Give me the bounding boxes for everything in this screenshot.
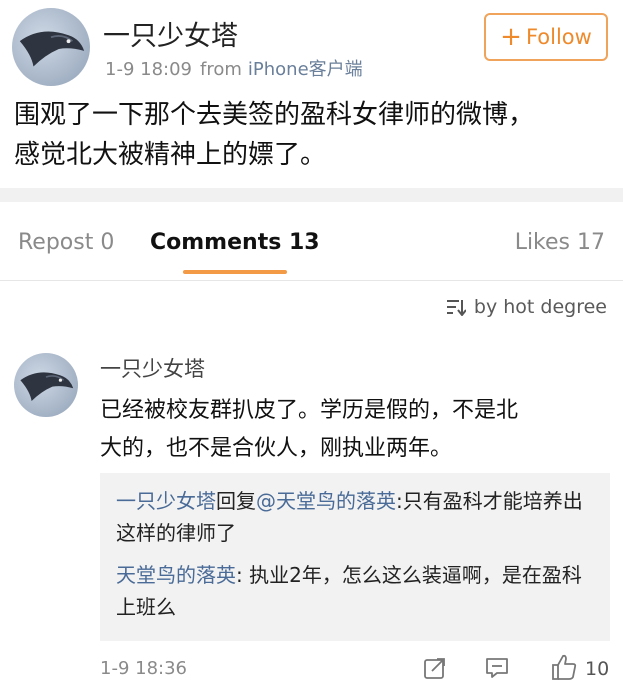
post-avatar[interactable] [12,8,90,86]
tab-repost[interactable]: Repost 0 [18,230,114,255]
section-divider [0,188,623,202]
bird-avatar-icon [20,372,74,401]
comment-time: 1-9 18:36 [100,658,187,679]
plus-icon: + [500,22,522,52]
sort-label: by hot degree [473,296,607,318]
post-username[interactable]: 一只少女塔 [103,14,238,53]
reply-item[interactable]: 天堂鸟的落英: 执业2年，怎么这么装逼啊，是在盈科上班么 [116,559,596,623]
sort-icon [446,300,466,316]
post-time: 1-9 18:09 [105,59,192,80]
post-text-line-1: 围观了一下那个去美签的盈科女律师的微博， [14,100,535,130]
comment-avatar[interactable] [14,353,78,417]
tab-likes[interactable]: Likes 17 [515,230,605,255]
reply-thread[interactable]: 一只少女塔回复@天堂鸟的落英:只有盈科才能培养出这样的律师了 天堂鸟的落英: 执… [100,473,610,641]
thumbs-up-icon[interactable] [551,653,577,681]
comment-text-line-1: 已经被校友群扒皮了。学历是假的，不是北 [100,398,519,423]
post-client[interactable]: iPhone客户端 [248,59,363,80]
follow-label: Follow [525,25,592,49]
tab-comments[interactable]: Comments 13 [150,230,320,255]
comment-icon[interactable] [485,656,509,680]
comment-text-line-2: 大的，也不是合伙人，刚执业两年。 [100,436,453,461]
reply-item[interactable]: 一只少女塔回复@天堂鸟的落英:只有盈科才能培养出这样的律师了 [116,485,596,549]
follow-button[interactable]: + Follow [484,13,608,61]
tabs-divider [0,280,623,281]
post-text: 围观了一下那个去美签的盈科女律师的微博， 感觉北大被精神上的嫖了。 [14,95,614,175]
share-icon[interactable] [423,656,447,680]
reply-word: 回复 [216,489,256,513]
reply-username[interactable]: 天堂鸟的落英 [116,563,236,587]
post-from-label: from [200,59,242,80]
comment-username[interactable]: 一只少女塔 [100,353,205,383]
reply-mention[interactable]: @天堂鸟的落英 [256,489,396,513]
comment-text: 已经被校友群扒皮了。学历是假的，不是北 大的，也不是合伙人，刚执业两年。 [100,392,610,468]
reply-username[interactable]: 一只少女塔 [116,489,216,513]
sort-by-hot-button[interactable]: by hot degree [446,296,607,318]
post-text-line-2: 感觉北大被精神上的嫖了。 [14,140,327,170]
post-meta: 1-9 18:09 from iPhone客户端 [105,55,363,81]
like-count: 10 [585,658,610,680]
bird-avatar-icon [19,31,85,67]
active-tab-indicator [183,270,287,274]
